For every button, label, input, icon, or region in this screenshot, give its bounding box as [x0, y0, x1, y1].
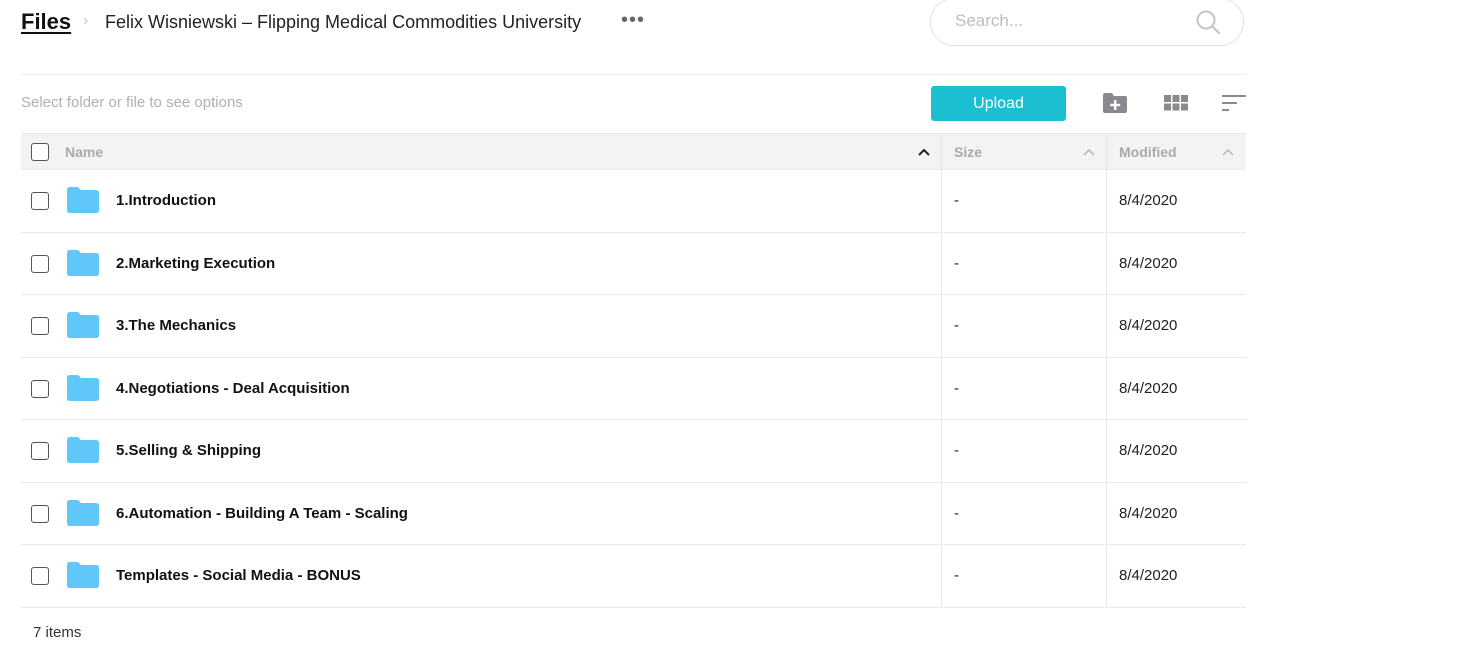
folder-icon [67, 437, 99, 463]
file-size: - [954, 379, 959, 397]
breadcrumb-separator-icon: › [83, 12, 89, 29]
column-divider [1106, 420, 1107, 482]
folder-icon [67, 312, 99, 338]
file-name[interactable]: 3.The Mechanics [116, 317, 236, 334]
table-row[interactable]: 4.Negotiations - Deal Acquisition - 8/4/20… [21, 357, 1246, 420]
header-divider [21, 74, 1246, 75]
column-divider [941, 545, 942, 607]
column-header-size[interactable]: Size [954, 134, 982, 170]
table-row[interactable]: 6.Automation - Building A Team - Scaling… [21, 482, 1246, 545]
more-options-button[interactable]: ••• [621, 9, 645, 32]
file-size: - [954, 442, 959, 459]
table-row[interactable]: 1.Introduction - 8/4/2020 [21, 170, 1246, 233]
table-header: Name Size Modified [21, 133, 1246, 170]
column-divider [1106, 545, 1107, 607]
column-header-name[interactable]: Name [65, 134, 103, 170]
file-modified: 8/4/2020 [1119, 504, 1178, 522]
breadcrumb-root-files[interactable]: Files [21, 9, 71, 35]
search-icon[interactable] [1195, 9, 1221, 35]
file-size: - [954, 254, 959, 272]
column-divider [1106, 295, 1107, 357]
upload-button[interactable]: Upload [931, 86, 1066, 121]
file-size: - [954, 317, 959, 334]
file-name[interactable]: 2.Marketing Execution [116, 255, 275, 272]
table-row[interactable]: Templates - Social Media - BONUS - 8/4/202… [21, 545, 1246, 608]
file-modified: 8/4/2020 [1119, 442, 1178, 459]
file-modified: 8/4/2020 [1119, 567, 1178, 584]
sort-inactive-icon[interactable] [1082, 147, 1096, 157]
file-size: - [954, 567, 959, 584]
row-checkbox[interactable] [31, 317, 49, 335]
column-divider [1106, 134, 1107, 169]
row-checkbox[interactable] [31, 567, 49, 585]
file-table: Name Size Modified 1.Introduction - 8/4/20… [21, 133, 1246, 608]
column-divider [941, 420, 942, 482]
file-name[interactable]: Templates - Social Media - BONUS [116, 567, 361, 584]
sort-icon[interactable] [1221, 92, 1247, 114]
row-checkbox[interactable] [31, 379, 49, 398]
breadcrumb-current-folder: Felix Wisniewski – Flipping Medical Comm… [105, 12, 582, 32]
column-divider [941, 170, 942, 232]
column-header-modified[interactable]: Modified [1119, 134, 1177, 170]
sort-inactive-icon[interactable] [1221, 147, 1235, 157]
file-size: - [954, 504, 959, 522]
column-divider [941, 357, 942, 419]
column-divider [941, 482, 942, 544]
column-divider [1106, 170, 1107, 232]
column-divider [1106, 482, 1107, 544]
table-body: 1.Introduction -8/4/2020 2.Marketing Execu… [21, 170, 1246, 608]
file-modified: 8/4/2020 [1119, 379, 1178, 397]
table-row[interactable]: 2.Marketing Execution - 8/4/2020 [21, 232, 1246, 295]
file-modified: 8/4/2020 [1119, 254, 1178, 272]
file-name[interactable]: 4.Negotiations - Deal Acquisition [116, 380, 350, 397]
item-count: 7 items [33, 624, 82, 641]
folder-icon [67, 187, 99, 213]
table-row[interactable]: 5.Selling & Shipping - 8/4/2020 [21, 420, 1246, 483]
column-divider [1106, 357, 1107, 419]
sort-ascending-icon[interactable] [917, 147, 931, 157]
selection-hint: Select folder or file to see options [21, 94, 243, 111]
select-all-checkbox[interactable] [31, 143, 49, 161]
row-checkbox[interactable] [31, 192, 49, 210]
folder-icon [67, 499, 99, 526]
column-divider [941, 232, 942, 294]
folder-icon [67, 374, 99, 401]
folder-icon [67, 249, 99, 276]
column-divider [941, 134, 942, 169]
table-row[interactable]: 3.The Mechanics - 8/4/2020 [21, 295, 1246, 358]
row-checkbox[interactable] [31, 254, 49, 273]
grid-view-icon[interactable] [1163, 92, 1189, 114]
search-input[interactable] [953, 10, 1177, 32]
file-name[interactable]: 5.Selling & Shipping [116, 442, 261, 459]
new-folder-icon[interactable] [1102, 92, 1128, 114]
column-divider [1106, 232, 1107, 294]
row-checkbox[interactable] [31, 442, 49, 460]
file-name[interactable]: 6.Automation - Building A Team - Scaling [116, 505, 408, 522]
column-divider [941, 295, 942, 357]
file-name[interactable]: 1.Introduction [116, 192, 216, 209]
search-box [930, 0, 1244, 46]
file-size: - [954, 192, 959, 209]
folder-icon [67, 562, 99, 588]
header: Files › Felix Wisniewski – Flipping Medi… [21, 0, 1246, 74]
file-modified: 8/4/2020 [1119, 317, 1178, 334]
row-checkbox[interactable] [31, 504, 49, 523]
file-modified: 8/4/2020 [1119, 192, 1178, 209]
